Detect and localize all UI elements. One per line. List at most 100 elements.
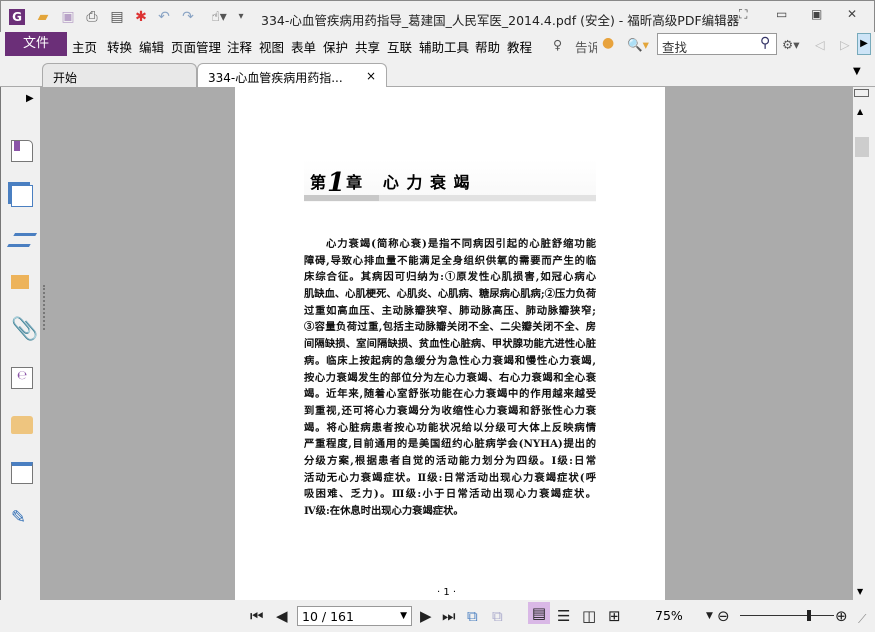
bookmark-icon[interactable] — [11, 140, 33, 162]
security-icon[interactable] — [11, 416, 33, 434]
tab-bar: 开始 334-心血管疾病用药指... × ▼ — [0, 58, 875, 88]
text-line: 竭。将心脏病患者按心功能状况给以分级可大体上反映病情 — [304, 421, 596, 434]
text-line: 肌缺血、心肌梗死、心肌炎、心肌病、糖尿病心肌病;②压力负荷 — [304, 288, 596, 301]
continuous-icon[interactable]: ☰ — [557, 607, 570, 625]
next-view-icon[interactable]: ⧉ — [492, 607, 503, 625]
find-folder-icon[interactable]: 🔍▾ — [627, 37, 649, 53]
chapter-prefix: 第 — [310, 173, 328, 192]
back-icon[interactable]: ◁ — [815, 37, 825, 52]
continuous-facing-icon[interactable]: ⊞ — [608, 607, 621, 625]
window-title: 334-心血管疾病用药指导_葛建国_人民军医_2014.4.pdf (安全) -… — [261, 13, 740, 28]
menu-protect[interactable]: 保护 — [323, 37, 348, 56]
single-page-icon[interactable]: ▤ — [528, 602, 550, 624]
close-button[interactable]: ✕ — [847, 7, 857, 21]
facing-icon[interactable]: ◫ — [582, 607, 596, 625]
scroll-up-icon[interactable]: ▲ — [857, 107, 863, 116]
text-line: 心力衰竭(简称心衰)是指不同病因引起的心脏舒缩功能 — [326, 238, 596, 250]
search-input[interactable]: 查找 — [657, 33, 777, 55]
tab-document[interactable]: 334-心血管疾病用药指... × — [197, 63, 387, 88]
customize-icon[interactable]: ▾ — [233, 9, 249, 25]
menu-organize[interactable]: 页面管理 — [171, 37, 221, 56]
status-bar: ⏮ ◀ 10 / 161 ▼ ▶ ⏭ ⧉ ⧉ ▤ ☰ ◫ ⊞ 75% ▼ ⊖ ⊕ … — [0, 600, 875, 632]
menu-home[interactable]: 主页 — [72, 37, 97, 56]
menu-comment[interactable]: 注释 — [227, 37, 252, 56]
print-icon[interactable]: ⎙ — [84, 9, 100, 25]
zoom-in-icon[interactable]: ⊕ — [835, 607, 848, 625]
maximize-button[interactable]: ▣ — [811, 7, 822, 21]
text-line: ③容量负荷过重,包括主动脉瓣关闭不全、二尖瓣关闭不全、房 — [304, 321, 596, 334]
layers-icon[interactable] — [6, 233, 38, 247]
text-line: 间隔缺损、室间隔缺损、贫血性心脏病、甲状腺功能亢进性心脏 — [304, 338, 596, 351]
body-text: 心力衰竭(简称心衰)是指不同病因引起的心脏舒缩功能障碍,导致心排血量不能满足全身… — [304, 236, 596, 520]
tell-me[interactable]: 告诉 — [575, 37, 597, 56]
text-line: Ⅳ级:在休息时出现心力衰竭症状。 — [304, 505, 464, 517]
scrollbar-thumb[interactable] — [855, 137, 869, 157]
chapter-rule — [304, 195, 596, 201]
zoom-slider[interactable] — [740, 615, 834, 616]
file-menu[interactable]: 文件 — [5, 32, 67, 56]
heart-icon[interactable]: ● — [602, 35, 614, 51]
text-line: 到重视,还可将心力衰竭分为收缩性心力衰竭和舒张性心力衰 — [304, 404, 596, 417]
next-page-icon[interactable]: ▶ — [420, 607, 432, 625]
properties-icon[interactable]: ▤ — [109, 9, 125, 25]
menu-convert[interactable]: 转换 — [107, 37, 132, 56]
text-line: 床综合征。其病因可归纳为:①原发性心肌损害,如冠心病心 — [304, 271, 596, 284]
previous-view-icon[interactable]: ⧉ — [467, 607, 478, 625]
zoom-dropdown-icon[interactable]: ▼ — [706, 611, 713, 621]
menu-edit[interactable]: 编辑 — [139, 37, 164, 56]
comments-icon[interactable] — [11, 275, 29, 289]
chapter-title: 心 力 衰 竭 — [382, 173, 471, 192]
page-number: · 1 · — [437, 587, 457, 598]
signatures-icon[interactable]: ℮ — [11, 367, 33, 389]
redo-icon[interactable]: ↷ — [180, 9, 196, 25]
forward-icon[interactable]: ▷ — [840, 37, 850, 52]
app-logo-icon[interactable]: G — [9, 9, 25, 25]
resize-grip-icon[interactable]: ⟋ — [858, 612, 866, 627]
page-number-value: 10 / 161 — [302, 609, 354, 624]
hand-tool-icon[interactable]: ☝▾ — [204, 9, 234, 25]
previous-page-icon[interactable]: ◀ — [276, 607, 288, 625]
tab-list-icon[interactable]: ▼ — [853, 66, 861, 77]
scroll-down-icon[interactable]: ▼ — [857, 587, 863, 596]
tab-label: 334-心血管疾病用药指... — [208, 71, 343, 85]
minimize-button[interactable]: ▭ — [776, 7, 787, 21]
menu-help[interactable]: 帮助 — [475, 37, 500, 56]
menu-connect[interactable]: 互联 — [387, 37, 412, 56]
close-tab-icon[interactable]: × — [366, 69, 376, 83]
text-line: 障碍,导致心排血量不能满足全身组织供氧的需要而产生的临 — [304, 254, 596, 267]
zoom-level[interactable]: 75% — [655, 608, 683, 623]
page-number-input[interactable]: 10 / 161 ▼ — [297, 606, 412, 626]
menu-share[interactable]: 共享 — [355, 37, 380, 56]
pages-icon[interactable] — [11, 185, 33, 207]
certify-icon[interactable]: ✎ — [11, 507, 33, 529]
attachments-icon[interactable]: 📎 — [11, 319, 38, 341]
form-fields-icon[interactable] — [11, 462, 33, 484]
search-icon[interactable]: ⚲ — [760, 35, 770, 51]
tab-start[interactable]: 开始 — [42, 63, 197, 87]
last-page-icon[interactable]: ⏭ — [442, 607, 456, 625]
menu-tutorial[interactable]: 教程 — [507, 37, 532, 56]
new-icon[interactable]: ✱ — [133, 9, 149, 25]
zoom-out-icon[interactable]: ⊖ — [717, 607, 730, 625]
menu-bar: 文件 主页 转换 编辑 页面管理 注释 视图 表单 保护 共享 互联 辅助工具 … — [0, 31, 875, 58]
text-line: 按心力衰竭发生的部位分为左心力衰竭、右心力衰竭和全心衰 — [304, 371, 596, 384]
undo-icon[interactable]: ↶ — [156, 9, 172, 25]
chapter-suffix: 章 — [346, 173, 364, 192]
split-handle[interactable] — [854, 89, 869, 97]
open-icon[interactable]: ▰ — [35, 9, 51, 25]
zoom-slider-thumb[interactable] — [806, 610, 811, 621]
menu-view[interactable]: 视图 — [259, 37, 284, 56]
menu-form[interactable]: 表单 — [291, 37, 316, 56]
panel-resize-handle[interactable] — [43, 285, 46, 330]
title-bar: G ▰ ▣ ⎙ ▤ ✱ ↶ ↷ ☝▾ ▾ 334-心血管疾病用药指导_葛建国_人… — [0, 0, 875, 32]
text-line: 活动无心力衰竭症状。Ⅱ级:日常活动出现心力衰竭症状(呼 — [304, 471, 596, 484]
ribbon-expand-icon[interactable]: ▶ — [857, 33, 871, 55]
text-line: 严重程度,目前通用的是美国纽约心脏病学会(NYHA)提出的 — [304, 438, 596, 451]
restore-layout-icon[interactable]: ⛶ — [739, 7, 747, 22]
vertical-scrollbar[interactable]: ▲ ▼ — [853, 87, 870, 600]
first-page-icon[interactable]: ⏮ — [250, 607, 264, 625]
menu-accessibility[interactable]: 辅助工具 — [419, 37, 469, 56]
expand-panel-icon[interactable]: ▶ — [26, 93, 34, 104]
save-icon[interactable]: ▣ — [60, 9, 76, 25]
settings-icon[interactable]: ⚙▾ — [782, 37, 799, 52]
